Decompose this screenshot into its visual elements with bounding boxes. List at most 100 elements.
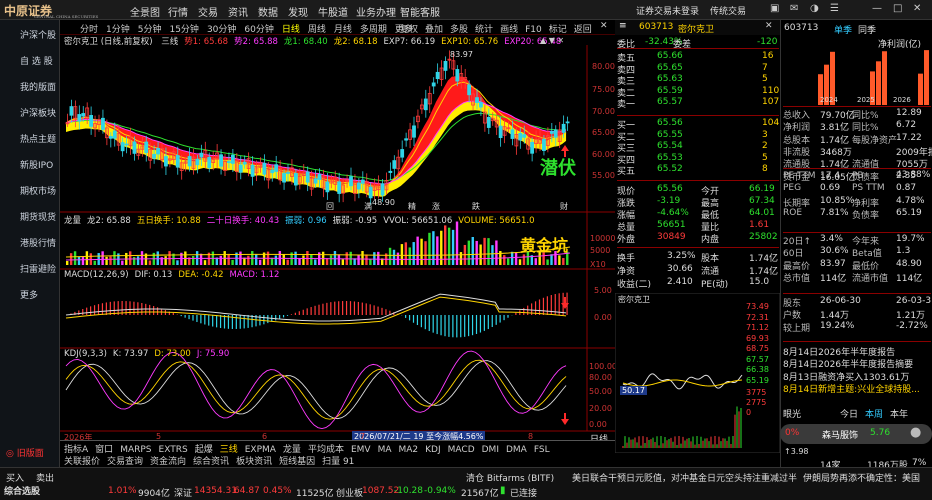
event-marker[interactable]: 满 bbox=[364, 201, 372, 212]
fin-label: 总股本 bbox=[783, 135, 811, 146]
stat-value: 3.25% bbox=[667, 251, 696, 261]
period-tab[interactable]: 多周期 bbox=[360, 25, 387, 35]
sidebar-item[interactable]: 沪深个股 bbox=[10, 23, 59, 49]
news-item[interactable]: 8月14日2026年半年度报告摘要 bbox=[783, 357, 931, 370]
more-icon[interactable]: ☰ bbox=[830, 3, 839, 14]
quote-menu-icon[interactable]: ≡ bbox=[619, 21, 627, 31]
sidebar-item[interactable]: 更多 bbox=[10, 283, 59, 309]
info-tab[interactable]: 短线基因 bbox=[279, 457, 315, 467]
fin-tab[interactable]: 同季 bbox=[858, 23, 876, 36]
toolbar-button[interactable]: 叠加 bbox=[425, 25, 443, 35]
fin-bottom-tab[interactable]: 今日 bbox=[840, 407, 858, 420]
toolbar-button[interactable]: F10 bbox=[525, 25, 542, 35]
info-tab[interactable]: 关联报价 bbox=[64, 457, 100, 467]
quote-close-icon[interactable]: ✕ bbox=[765, 21, 773, 31]
event-marker[interactable]: 精 bbox=[408, 201, 416, 212]
info-tab[interactable]: 扫量 91 bbox=[322, 457, 354, 467]
stock-toast[interactable]: 0% 森马服饰 5.76 ● bbox=[780, 424, 932, 444]
sh-pct: 1.01% bbox=[108, 486, 137, 496]
menu-item[interactable]: 全景图 bbox=[130, 4, 168, 19]
volume-bar bbox=[310, 254, 313, 265]
bid-volume: 8 bbox=[762, 164, 768, 174]
volume-bar bbox=[377, 251, 380, 265]
sidebar-item[interactable]: 沪深板块 bbox=[10, 101, 59, 127]
indicator-value: DIF: 0.13 bbox=[134, 270, 173, 280]
fin-bottom-tab[interactable]: 眼光 bbox=[783, 407, 801, 420]
fin-label: 最低价 bbox=[852, 261, 880, 272]
volume-indicator-line: 龙量 龙2: 65.88 五日换手: 10.88 二十日换手: 40.43 振弱: 0.… bbox=[64, 214, 541, 226]
menu-item[interactable]: 智能客服 bbox=[400, 4, 444, 19]
info-tab[interactable]: 交易查询 bbox=[107, 457, 143, 467]
ticker-1[interactable]: 清仓 Bitfarms (BITF) bbox=[466, 471, 554, 484]
toolbar-button[interactable]: 画线 bbox=[500, 25, 518, 35]
sidebar-item[interactable]: 热点主题 bbox=[10, 127, 59, 153]
screen-icon[interactable]: ▣ bbox=[770, 3, 779, 14]
period-tab[interactable]: 周线 bbox=[308, 25, 326, 35]
period-tab[interactable]: 30分钟 bbox=[207, 25, 236, 35]
stock-picker-button[interactable]: 综合选股 bbox=[4, 484, 40, 497]
period-tab[interactable]: 日线 bbox=[282, 25, 300, 35]
minimize-icon[interactable]: — bbox=[872, 3, 882, 14]
info-tab[interactable]: 综合资讯 bbox=[193, 457, 229, 467]
candle-body bbox=[356, 182, 361, 190]
toast-toggle-icon[interactable]: ● bbox=[910, 425, 921, 440]
event-marker[interactable]: 财 bbox=[560, 201, 568, 212]
bid-row: 买五 65.52 8 bbox=[617, 164, 779, 177]
toolbar-button[interactable]: 复权 bbox=[400, 25, 418, 35]
sidebar-item[interactable]: 期货现货 bbox=[10, 205, 59, 231]
sidebar-item[interactable]: 我的版面 bbox=[10, 75, 59, 101]
volume-bar bbox=[81, 256, 85, 265]
period-tab[interactable]: 15分钟 bbox=[169, 25, 198, 35]
sell-button[interactable]: 卖出 bbox=[36, 471, 54, 484]
old-layout-link[interactable]: ◎ 旧版面 bbox=[0, 441, 60, 467]
menu-item[interactable]: 发现 bbox=[288, 4, 318, 19]
fin-tab[interactable]: 单季 bbox=[834, 23, 852, 36]
news-item[interactable]: 8月13日融资净买入1303.61万 bbox=[783, 370, 931, 383]
close-icon[interactable]: ✕ bbox=[913, 3, 921, 14]
period-tab[interactable]: 分时 bbox=[80, 25, 98, 35]
period-tab[interactable]: 60分钟 bbox=[244, 25, 273, 35]
event-marker[interactable]: 跌 bbox=[472, 201, 480, 212]
fin-bottom-tab[interactable]: 本周 bbox=[865, 407, 883, 420]
period-tab[interactable]: 5分钟 bbox=[138, 25, 162, 35]
fin-bottom-tab[interactable]: 本年 bbox=[890, 407, 908, 420]
classic-trade-button[interactable]: 传统交易 bbox=[710, 4, 746, 17]
period-tab[interactable]: 1分钟 bbox=[106, 25, 130, 35]
info-tab[interactable]: 资金流向 bbox=[150, 457, 186, 467]
event-marker[interactable]: 涨 bbox=[432, 201, 440, 212]
period-tab[interactable]: 月线 bbox=[334, 25, 352, 35]
volume-bar bbox=[388, 247, 392, 265]
maximize-icon[interactable]: □ bbox=[893, 3, 902, 14]
volume-bar bbox=[333, 251, 337, 265]
toolbar-button[interactable]: 统计 bbox=[475, 25, 493, 35]
sidebar-item[interactable]: 自 选 股 bbox=[10, 49, 59, 75]
menu-item[interactable]: 业务办理 bbox=[356, 4, 400, 19]
volume-bar bbox=[113, 251, 116, 265]
buy-button[interactable]: 买入 bbox=[6, 471, 24, 484]
menu-item[interactable]: 数据 bbox=[258, 4, 288, 19]
toolbar-button[interactable]: 多股 bbox=[450, 25, 468, 35]
sidebar-item[interactable]: 港股行情 bbox=[10, 231, 59, 257]
trade-login-status[interactable]: 证券交易未登录 bbox=[636, 4, 699, 17]
sidebar-item[interactable]: 期权市场 bbox=[10, 179, 59, 205]
toolbar-button[interactable]: 返回 bbox=[574, 25, 592, 35]
mail-icon[interactable]: ✉ bbox=[790, 3, 798, 14]
event-marker[interactable]: 回 bbox=[326, 201, 334, 212]
menu-item[interactable]: 资讯 bbox=[228, 4, 258, 19]
ticker-2[interactable]: 美日联合干预日元贬值，对冲基金日元空头持注重减过半 bbox=[572, 471, 797, 484]
sidebar-item[interactable]: 扫雷避险 bbox=[10, 257, 59, 283]
axis-tick-label: 10000 bbox=[590, 234, 616, 243]
theme-icon[interactable]: ◑ bbox=[810, 3, 819, 14]
news-item[interactable]: 8月14日新增主题:兴业全球持股... bbox=[783, 382, 931, 395]
news-item[interactable]: 8月14日2026年半年度报告 bbox=[783, 345, 931, 358]
menu-item[interactable]: 交易 bbox=[198, 4, 228, 19]
info-tab[interactable]: 板块资讯 bbox=[236, 457, 272, 467]
toolbar-button[interactable]: 标记 bbox=[549, 25, 567, 35]
sidebar-item[interactable]: 新股IPO bbox=[10, 153, 59, 179]
menu-item[interactable]: 行情 bbox=[168, 4, 198, 19]
menu-item[interactable]: 牛股道 bbox=[318, 4, 356, 19]
divider bbox=[783, 293, 931, 294]
cy-change: -10.28 bbox=[394, 486, 424, 496]
ticker-3[interactable]: 伊朗局势再添不确定性：美国 bbox=[803, 471, 932, 484]
toolbar-close-icon[interactable]: ✕ bbox=[600, 21, 608, 31]
